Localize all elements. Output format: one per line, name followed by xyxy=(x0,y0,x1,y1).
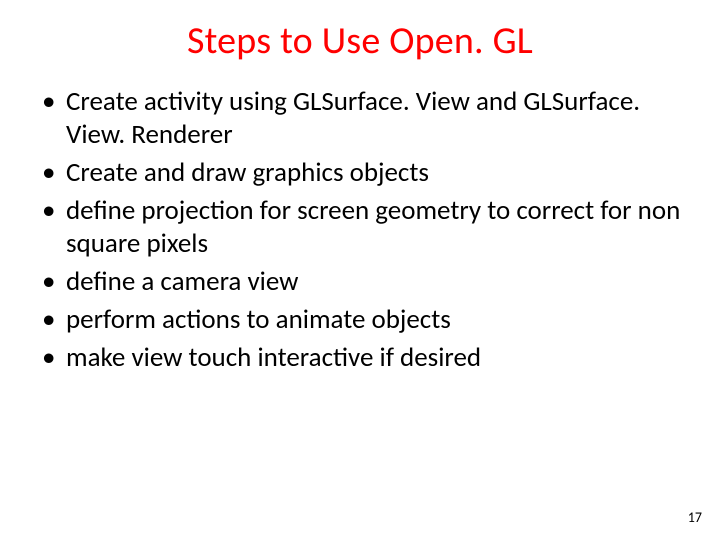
list-item: define a camera view xyxy=(40,266,684,299)
slide-title: Steps to Use Open. GL xyxy=(36,18,684,64)
page-number: 17 xyxy=(688,509,702,526)
list-item: make view touch interactive if desired xyxy=(40,342,684,375)
list-item: define projection for screen geometry to… xyxy=(40,195,684,261)
slide: Steps to Use Open. GL Create activity us… xyxy=(0,0,720,540)
list-item: perform actions to animate objects xyxy=(40,304,684,337)
list-item: Create activity using GLSurface. View an… xyxy=(40,86,684,152)
list-item: Create and draw graphics objects xyxy=(40,157,684,190)
bullet-list: Create activity using GLSurface. View an… xyxy=(36,86,684,375)
